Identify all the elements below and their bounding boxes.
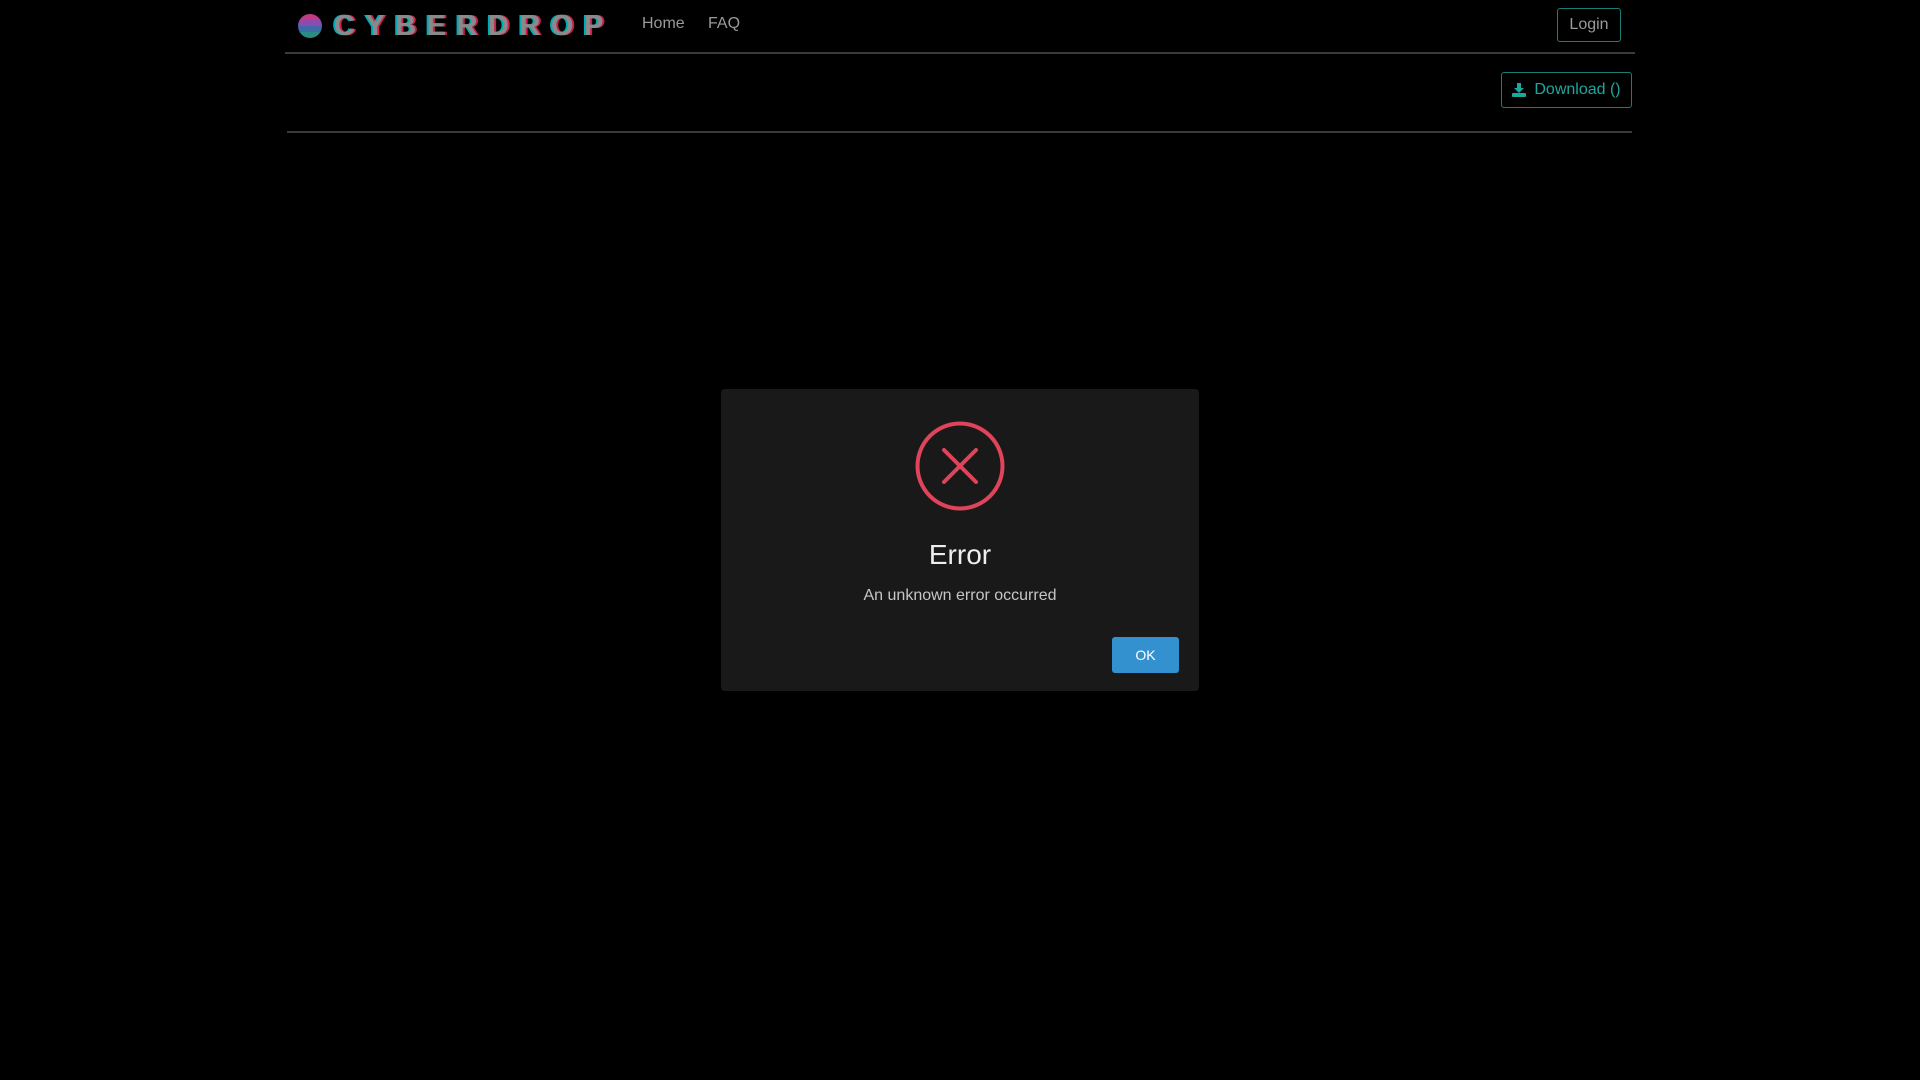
nav-link-faq[interactable]: FAQ [708,15,740,33]
nav-link-home[interactable]: Home [642,15,685,33]
error-dialog: Error An unknown error occurred OK [721,389,1199,691]
ok-button[interactable]: OK [1112,637,1179,673]
dialog-title: Error [928,539,992,570]
brand-logo-icon [298,14,322,38]
brand-name: CYBERDROP [334,10,614,42]
brand-link[interactable]: CYBERDROP [298,10,614,42]
download-icon [1512,83,1527,97]
login-button[interactable]: Login [1557,8,1621,42]
error-x-icon [915,421,1005,511]
download-button[interactable]: Download () [1501,72,1632,108]
section-divider [287,131,1632,133]
top-navbar: CYBERDROP Home FAQ Login [285,0,1635,54]
download-button-label: Download () [1534,81,1621,98]
dialog-message: An unknown error occurred [863,587,1057,604]
